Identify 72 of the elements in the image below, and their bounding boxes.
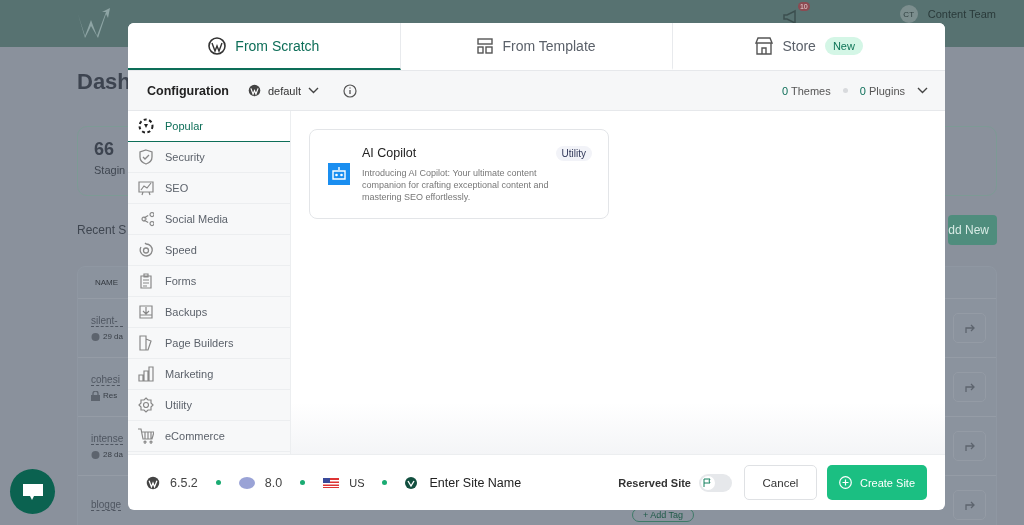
php-version[interactable]: 8.0 — [264, 475, 283, 490]
wordpress-version[interactable]: 6.5.2 — [170, 475, 198, 490]
chart-icon — [138, 180, 154, 196]
chat-button[interactable] — [10, 469, 55, 514]
layout-icon — [477, 37, 494, 54]
chevron-down-icon — [307, 87, 319, 94]
plugin-description: Introducing AI Copilot: Your ultimate content companion for crafting exceptional content and mastering SEO effortlessly. — [362, 166, 550, 203]
site-meta: 29 da — [103, 332, 124, 341]
site-meta: Res — [103, 391, 118, 400]
share-button[interactable] — [953, 313, 986, 343]
category-item[interactable]: Social Media — [128, 204, 290, 235]
category-item[interactable]: Page Builders — [128, 328, 290, 359]
flag-icon — [703, 478, 713, 487]
plugin-card[interactable]: AI Copilot Utility Introducing AI Copilot: Your ultimate content companion for crafting exceptional content and mastering SEO effortlessly. — [309, 129, 609, 219]
store-icon — [755, 36, 774, 55]
badge-icon — [405, 476, 418, 489]
share-button[interactable] — [953, 490, 986, 520]
category-item[interactable]: Popular — [128, 111, 290, 142]
flag-icon — [323, 477, 340, 488]
share-button[interactable] — [953, 431, 986, 461]
tab[interactable]: From Scratch — [128, 23, 401, 70]
redirect-arrow-icon — [963, 440, 976, 452]
wordpress-icon — [208, 36, 227, 55]
site-meta: 28 da — [103, 450, 124, 459]
wordpress-icon — [146, 475, 160, 490]
wordpress-icon — [247, 84, 261, 97]
themes-count: 0 Themes — [782, 84, 831, 97]
robot-icon — [328, 163, 350, 185]
plus-circle-icon — [838, 476, 852, 489]
add-new-button[interactable]: dd New — [948, 215, 997, 245]
dashed-circle-icon — [138, 118, 154, 134]
chat-icon — [21, 482, 44, 501]
clipboard-icon — [138, 273, 154, 289]
category-item[interactable]: Utility — [128, 390, 290, 421]
configuration-label: Configuration — [147, 83, 229, 98]
bars-icon — [138, 366, 154, 382]
share-icon — [138, 211, 154, 227]
category-item[interactable]: Security — [128, 142, 290, 173]
shield-icon — [138, 149, 154, 165]
section-title: Recent S — [77, 223, 127, 237]
redirect-arrow-icon — [963, 322, 976, 334]
category-item[interactable]: Forms — [128, 266, 290, 297]
reserved-site-toggle[interactable] — [698, 473, 732, 492]
gear-icon — [138, 397, 154, 413]
category-item[interactable]: SEO — [128, 173, 290, 204]
redirect-arrow-icon — [963, 381, 976, 393]
redirect-arrow-icon — [963, 499, 976, 511]
cancel-button[interactable]: Cancel — [743, 465, 817, 500]
category-item[interactable]: Speed — [128, 235, 290, 266]
stat-label: Stagin — [94, 164, 126, 176]
category-item[interactable]: Marketing — [128, 359, 290, 390]
plugin-title: AI Copilot — [362, 146, 417, 160]
reserved-site-label: Reserved Site — [618, 476, 691, 489]
stat-value: 66 — [94, 139, 115, 160]
pages-icon — [138, 335, 154, 351]
lock-icon — [91, 390, 100, 401]
plugins-count: 0 Plugins — [859, 84, 905, 97]
share-button[interactable] — [953, 372, 986, 402]
category-item[interactable]: eCommerce — [128, 421, 290, 452]
category-item[interactable]: Backups — [128, 297, 290, 328]
column-header: NAME — [95, 278, 119, 287]
cart-icon — [138, 428, 154, 444]
new-badge: New — [824, 36, 863, 55]
preset-dropdown[interactable]: default — [241, 83, 325, 98]
speed-icon — [138, 242, 154, 258]
user-avatar[interactable]: CT — [899, 5, 918, 23]
region[interactable]: US — [349, 476, 365, 489]
download-icon — [138, 304, 154, 320]
chevron-down-icon[interactable] — [917, 87, 928, 94]
info-icon[interactable] — [342, 83, 357, 98]
page-title: Dash — [77, 69, 131, 95]
category-tag: Utility — [555, 145, 592, 161]
